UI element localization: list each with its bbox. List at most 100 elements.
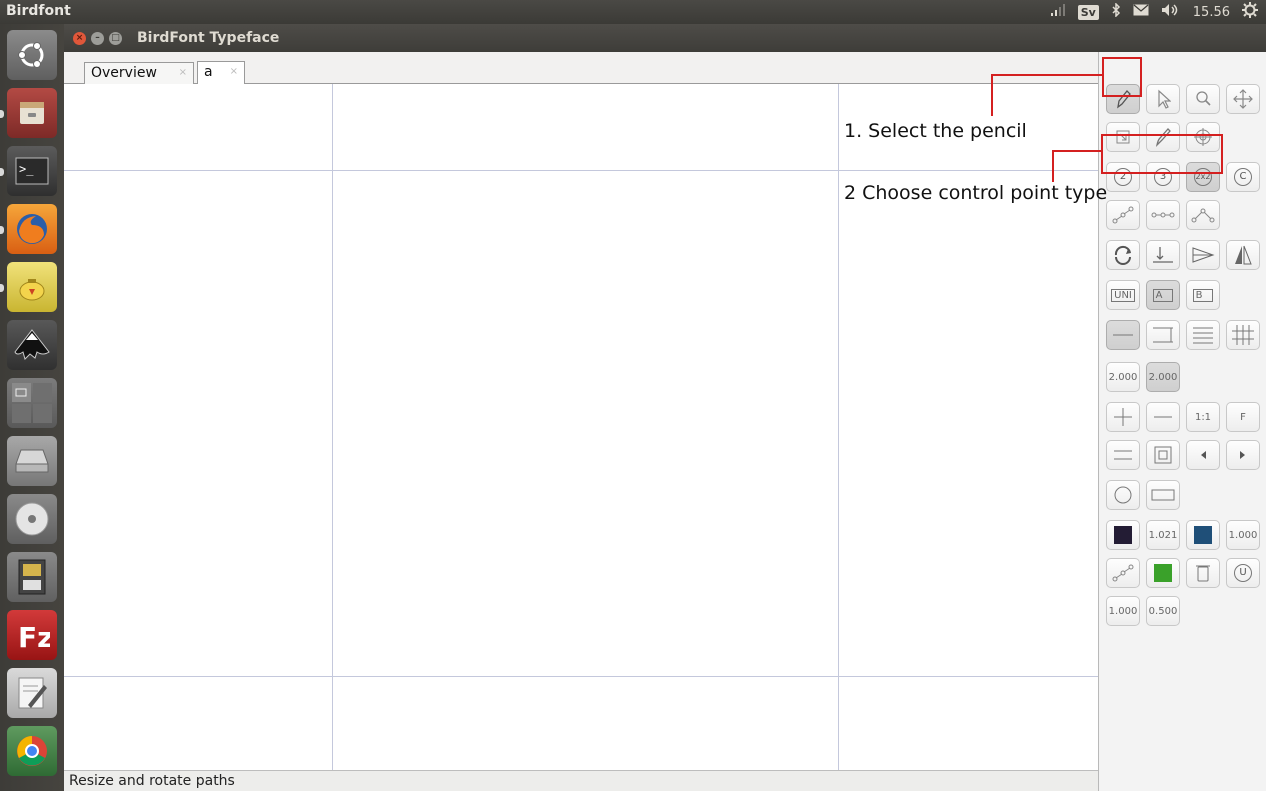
launcher-running-indicator xyxy=(0,226,4,234)
teapot-app-icon[interactable] xyxy=(7,262,57,312)
text-editor-icon[interactable] xyxy=(7,668,57,718)
minimize-window-button[interactable]: – xyxy=(91,32,104,45)
fullscreen-button[interactable]: F xyxy=(1226,402,1260,432)
window-titlebar[interactable]: × – □ BirdFont Typeface xyxy=(64,24,1266,52)
signal-icon[interactable] xyxy=(1050,4,1066,20)
show-more-guides-tool[interactable] xyxy=(1186,320,1220,350)
tool-label: 1:1 xyxy=(1194,411,1212,423)
maximize-window-button[interactable]: □ xyxy=(109,32,122,45)
fill-value-spinner[interactable]: 1.021 xyxy=(1146,520,1180,550)
show-background-a-tool[interactable]: A xyxy=(1146,280,1180,310)
filezilla-icon[interactable]: Fz xyxy=(7,610,57,660)
baseline-guide[interactable] xyxy=(64,676,1098,677)
spinner-value: 1.021 xyxy=(1148,529,1178,541)
rectangle-tool[interactable] xyxy=(1146,480,1180,510)
path-points-tool[interactable] xyxy=(1106,558,1140,588)
color-swatch xyxy=(1154,564,1172,582)
convert-point-tool[interactable]: C xyxy=(1226,162,1260,192)
opacity-spinner-1[interactable]: 1.000 xyxy=(1106,596,1140,626)
active-app-name: Birdfont xyxy=(6,3,71,19)
flip-vertical-tool[interactable] xyxy=(1226,240,1260,270)
cd-drive-icon[interactable] xyxy=(7,494,57,544)
tab-glyph-a[interactable]: a × xyxy=(197,61,245,85)
launcher-running-indicator xyxy=(0,110,4,118)
delete-background-tool[interactable] xyxy=(1186,558,1220,588)
show-grid-tool[interactable] xyxy=(1226,320,1260,350)
stroke-width-spinner[interactable]: 2.000 xyxy=(1146,362,1180,392)
tab-bar: Overview × a × xyxy=(64,52,1098,85)
chrome-icon[interactable] xyxy=(7,726,57,776)
tie-points-tool[interactable] xyxy=(1146,200,1180,230)
launcher: >_ Fz xyxy=(0,24,64,791)
zoom-fit-button[interactable] xyxy=(1106,440,1140,470)
zoom-1to1-button[interactable]: 1:1 xyxy=(1186,402,1220,432)
tool-label: A xyxy=(1152,288,1174,302)
annotation-step-2: 2 Choose control point type xyxy=(844,182,1108,204)
top-guide[interactable] xyxy=(64,170,1098,171)
tab-close-icon[interactable]: × xyxy=(179,67,187,78)
annotation-step-1: 1. Select the pencil xyxy=(844,120,1027,142)
move-canvas-tool[interactable] xyxy=(1226,84,1260,114)
top-panel: Birdfont Sv 15.56 xyxy=(0,0,1266,24)
terminal-icon[interactable]: >_ xyxy=(7,146,57,196)
disk-drive-icon[interactable] xyxy=(7,436,57,486)
zoom-boundaries-button[interactable] xyxy=(1146,440,1180,470)
launcher-running-indicator xyxy=(0,168,4,176)
u-tool[interactable]: U xyxy=(1226,558,1260,588)
workspace-switcher-icon[interactable] xyxy=(7,378,57,428)
mail-icon[interactable] xyxy=(1133,4,1149,20)
sd-card-icon[interactable] xyxy=(7,552,57,602)
zoom-tool[interactable] xyxy=(1186,84,1220,114)
spinner-value: 1.000 xyxy=(1108,605,1138,617)
color-swatch xyxy=(1194,526,1212,544)
move-to-baseline-tool[interactable] xyxy=(1146,240,1180,270)
zoom-out-button[interactable] xyxy=(1146,402,1180,432)
show-all-guides-tool[interactable] xyxy=(1146,320,1180,350)
status-bar: Resize and rotate paths xyxy=(64,770,1098,791)
stroke-value-spinner[interactable]: 1.000 xyxy=(1226,520,1260,550)
tool-label: UNI xyxy=(1111,288,1135,302)
fill-color-green-swatch[interactable] xyxy=(1146,558,1180,588)
close-window-button[interactable]: × xyxy=(73,32,86,45)
bluetooth-icon[interactable] xyxy=(1111,2,1121,21)
show-background-b-tool[interactable]: B xyxy=(1186,280,1220,310)
circle-tool[interactable] xyxy=(1106,480,1140,510)
fill-color-dark-swatch[interactable] xyxy=(1106,520,1140,550)
next-view-button[interactable] xyxy=(1226,440,1260,470)
spinner-value: 1.000 xyxy=(1228,529,1258,541)
launcher-running-indicator xyxy=(0,284,4,292)
inkscape-icon[interactable] xyxy=(7,320,57,370)
keyboard-layout-indicator[interactable]: Sv xyxy=(1077,4,1099,20)
left-margin-guide[interactable] xyxy=(332,84,333,770)
file-manager-icon[interactable] xyxy=(7,88,57,138)
grid-size-spinner[interactable]: 2.000 xyxy=(1106,362,1140,392)
control-point-highlight-box xyxy=(1101,134,1223,174)
fill-color-blue-swatch[interactable] xyxy=(1186,520,1220,550)
color-swatch xyxy=(1114,526,1132,544)
status-text: Resize and rotate paths xyxy=(69,773,235,789)
right-margin-guide[interactable] xyxy=(838,84,839,770)
angle-points-tool[interactable] xyxy=(1186,200,1220,230)
clock[interactable]: 15.56 xyxy=(1193,5,1230,20)
ubuntu-dash-icon[interactable] xyxy=(7,30,57,80)
opacity-spinner-2[interactable]: 0.500 xyxy=(1146,596,1180,626)
curve-tool[interactable] xyxy=(1106,200,1140,230)
firefox-icon[interactable] xyxy=(7,204,57,254)
window-title: BirdFont Typeface xyxy=(137,30,280,46)
unicode-background-tool[interactable]: UNI xyxy=(1106,280,1140,310)
volume-icon[interactable] xyxy=(1161,3,1181,21)
tab-close-icon[interactable]: × xyxy=(230,66,238,77)
spinner-value: 0.500 xyxy=(1148,605,1178,617)
tool-label: F xyxy=(1240,411,1246,423)
tab-overview[interactable]: Overview × xyxy=(84,62,194,84)
show-guides-tool[interactable] xyxy=(1106,320,1140,350)
settings-gear-icon[interactable] xyxy=(1242,2,1258,22)
tab-label: a xyxy=(204,64,213,80)
previous-view-button[interactable] xyxy=(1186,440,1220,470)
reverse-path-tool[interactable] xyxy=(1106,240,1140,270)
flip-horizontal-tool[interactable] xyxy=(1186,240,1220,270)
zoom-in-button[interactable] xyxy=(1106,402,1140,432)
annotation-connector xyxy=(991,74,993,116)
pointer-tool[interactable] xyxy=(1146,84,1180,114)
tool-label: U xyxy=(1234,564,1252,582)
